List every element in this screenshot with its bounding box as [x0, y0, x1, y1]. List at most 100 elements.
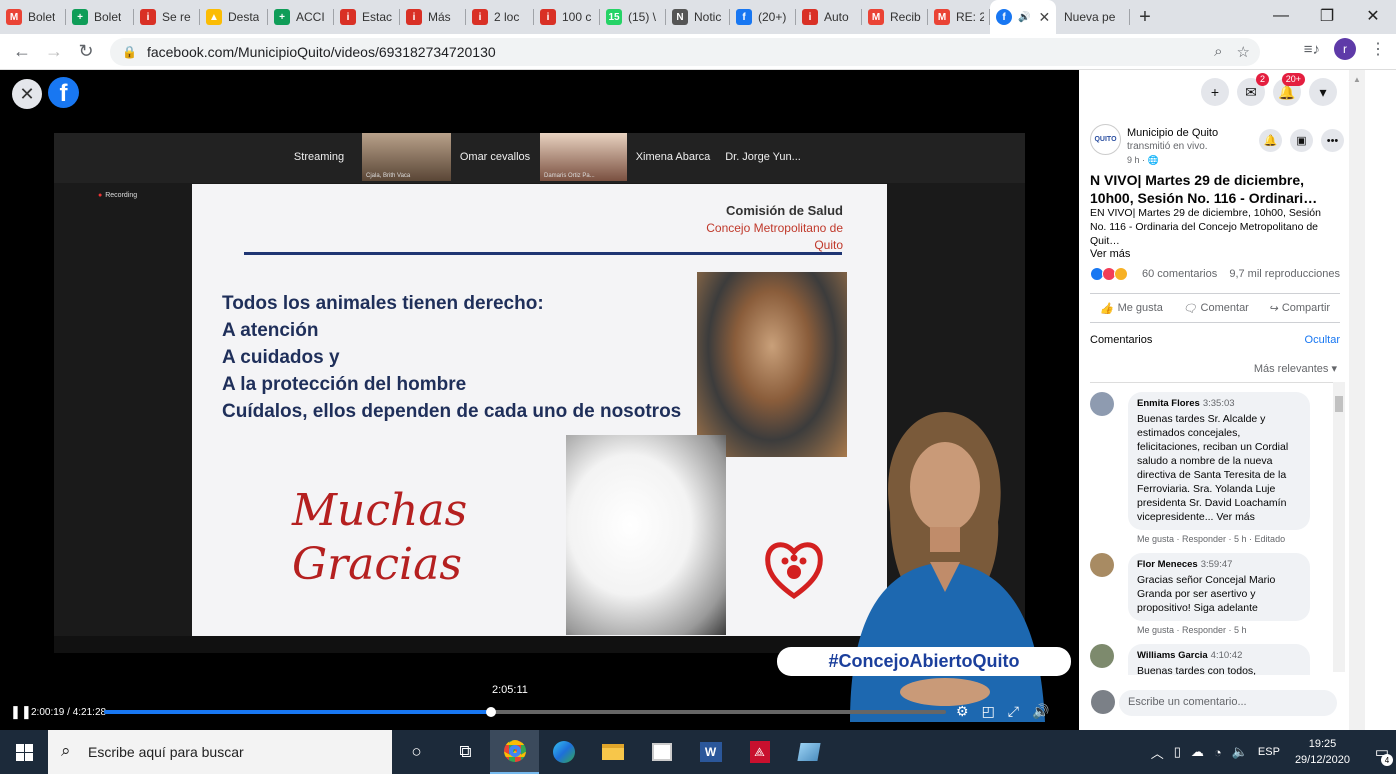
wifi-icon[interactable]: ◔: [1214, 745, 1222, 760]
comment-author[interactable]: Flor Meneces 3:59:47: [1137, 558, 1301, 572]
comments-scrollbar[interactable]: [1333, 382, 1345, 672]
clock[interactable]: 19:25 29/12/2020: [1295, 736, 1350, 768]
browser-tab[interactable]: f (20+): [730, 0, 796, 34]
address-bar[interactable]: 🔒 facebook.com/MunicipioQuito/videos/693…: [110, 38, 1260, 66]
browser-tab[interactable]: + Bolet: [66, 0, 134, 34]
account-caret-icon[interactable]: ▾: [1309, 78, 1337, 106]
audio-playing-icon[interactable]: 🔊: [1018, 12, 1030, 23]
chevron-up-icon[interactable]: ︿: [1151, 743, 1164, 762]
speaker-icon[interactable]: 🔈: [1232, 744, 1248, 760]
avatar[interactable]: [1090, 392, 1114, 416]
store-icon[interactable]: [637, 730, 686, 774]
avatar[interactable]: [1090, 553, 1114, 577]
haha-reaction-icon[interactable]: [1114, 267, 1129, 281]
word-icon[interactable]: W: [686, 730, 735, 774]
maximize-icon[interactable]: ❐: [1304, 0, 1350, 32]
progress-bar[interactable]: [104, 707, 946, 717]
comment-video-time[interactable]: 3:59:47: [1201, 559, 1233, 570]
scroll-thumb[interactable]: [1335, 396, 1343, 412]
active-tab[interactable]: f 🔊 ✕: [990, 0, 1056, 34]
task-view-icon[interactable]: ⧉: [441, 730, 490, 774]
comment-author[interactable]: Williams Garcia 4:10:42: [1137, 649, 1301, 663]
comment-video-time[interactable]: 4:10:42: [1211, 650, 1243, 661]
browser-tab[interactable]: i Estac: [334, 0, 400, 34]
file-explorer-icon[interactable]: [588, 730, 637, 774]
media-control-icon[interactable]: ≡♪: [1304, 41, 1320, 58]
browser-tab[interactable]: M Bolet: [0, 0, 66, 34]
comment-meta[interactable]: Me gusta · Responder · 5 h · Editado: [1128, 534, 1340, 544]
share-button[interactable]: ↪ Compartir: [1269, 302, 1331, 315]
action-center-icon[interactable]: ▭ 4: [1368, 730, 1396, 774]
page-avatar[interactable]: QUITO: [1090, 124, 1121, 155]
reactions-summary: 60 comentarios 9,7 mil reproducciones: [1090, 267, 1340, 283]
avatar[interactable]: r: [1334, 38, 1356, 60]
avatar[interactable]: [1090, 644, 1114, 668]
volume-icon[interactable]: 🔊: [1032, 703, 1049, 720]
browser-tab[interactable]: Nueva pe: [1056, 0, 1130, 34]
comment-author[interactable]: Enmita Flores 3:35:03: [1137, 397, 1301, 411]
acrobat-icon[interactable]: ⟁: [735, 730, 784, 774]
search-icon[interactable]: ⌕: [1214, 43, 1222, 61]
browser-tab[interactable]: 15 (15) \: [600, 0, 666, 34]
menu-dots-icon[interactable]: ⋮: [1370, 39, 1386, 59]
author-name[interactable]: Williams Garcia: [1137, 650, 1208, 661]
browser-tab[interactable]: i 100 c: [534, 0, 600, 34]
facebook-logo-icon[interactable]: f: [48, 77, 79, 108]
reload-icon[interactable]: ↻: [70, 36, 102, 68]
author-name[interactable]: Enmita Flores: [1137, 398, 1200, 409]
hide-comments-link[interactable]: Ocultar: [1305, 334, 1340, 346]
minimize-icon[interactable]: —: [1258, 0, 1304, 32]
see-more-link[interactable]: Ver más: [1213, 511, 1255, 523]
chrome-icon[interactable]: [490, 730, 539, 774]
browser-tab[interactable]: M Recib: [862, 0, 928, 34]
taskbar-search[interactable]: ⌕ Escribe aquí para buscar: [48, 730, 392, 774]
save-icon[interactable]: ▣: [1290, 129, 1313, 152]
close-viewer-button[interactable]: ✕: [12, 79, 42, 109]
post-time[interactable]: 9 h · 🌐: [1127, 155, 1159, 166]
browser-tab[interactable]: i 2 loc: [466, 0, 534, 34]
sort-dropdown[interactable]: Más relevantes ▾: [1254, 362, 1337, 375]
page-name[interactable]: Municipio de Quito: [1127, 127, 1218, 139]
comment-button[interactable]: 🗨 Comentar: [1183, 302, 1249, 315]
comment-meta[interactable]: Me gusta · Responder · 5 h: [1128, 625, 1340, 635]
comments-count[interactable]: 60 comentarios: [1142, 268, 1217, 280]
author-name[interactable]: Flor Meneces: [1137, 559, 1198, 570]
browser-tab[interactable]: i Se re: [134, 0, 200, 34]
panel-scrollbar[interactable]: ▲: [1349, 70, 1365, 730]
pause-icon[interactable]: ❚❚: [10, 704, 32, 720]
browser-tab[interactable]: ▲ Desta: [200, 0, 268, 34]
create-plus-icon[interactable]: +: [1201, 78, 1229, 106]
forward-arrow-icon[interactable]: →: [38, 36, 70, 68]
scroll-up-arrow-icon[interactable]: ▲: [1353, 75, 1361, 84]
onedrive-cloud-icon[interactable]: ☁: [1191, 744, 1204, 760]
comment-input[interactable]: Escribe un comentario...: [1119, 690, 1337, 716]
browser-tab[interactable]: i Auto: [796, 0, 862, 34]
like-button[interactable]: 👍 Me gusta: [1100, 302, 1163, 315]
close-tab-icon[interactable]: ✕: [1038, 9, 1050, 26]
fullscreen-icon[interactable]: ⤢: [1008, 703, 1019, 720]
edge-icon[interactable]: [539, 730, 588, 774]
comment-video-time[interactable]: 3:35:03: [1203, 398, 1235, 409]
picture-in-picture-icon[interactable]: ◰: [982, 703, 995, 720]
browser-tab[interactable]: + ACCI: [268, 0, 334, 34]
messenger-icon[interactable]: ✉ 2: [1237, 73, 1269, 106]
bell-icon[interactable]: 🔔: [1259, 129, 1282, 152]
rights-line: Cuídalos, ellos dependen de cada uno de …: [222, 401, 682, 422]
back-arrow-icon[interactable]: ←: [6, 36, 38, 68]
new-tab-plus-icon[interactable]: +: [1130, 0, 1160, 34]
app-icon[interactable]: [784, 730, 833, 774]
notifications-bell-icon[interactable]: 🔔 20+: [1273, 73, 1305, 106]
settings-gear-icon[interactable]: ⚙: [956, 703, 969, 720]
star-icon[interactable]: ☆: [1237, 43, 1250, 61]
cortana-icon[interactable]: ○: [392, 730, 441, 774]
close-icon[interactable]: ✕: [1350, 0, 1396, 32]
language-indicator[interactable]: ESP: [1258, 746, 1280, 758]
browser-tab[interactable]: i Más: [400, 0, 466, 34]
browser-tab[interactable]: N Notic: [666, 0, 730, 34]
more-dots-icon[interactable]: •••: [1321, 129, 1344, 152]
browser-tab[interactable]: M RE: 2: [928, 0, 990, 34]
device-icon[interactable]: ▯: [1174, 744, 1181, 760]
progress-handle[interactable]: [486, 707, 497, 717]
see-more-link[interactable]: Ver más: [1090, 248, 1130, 260]
windows-start-icon[interactable]: [0, 730, 48, 774]
